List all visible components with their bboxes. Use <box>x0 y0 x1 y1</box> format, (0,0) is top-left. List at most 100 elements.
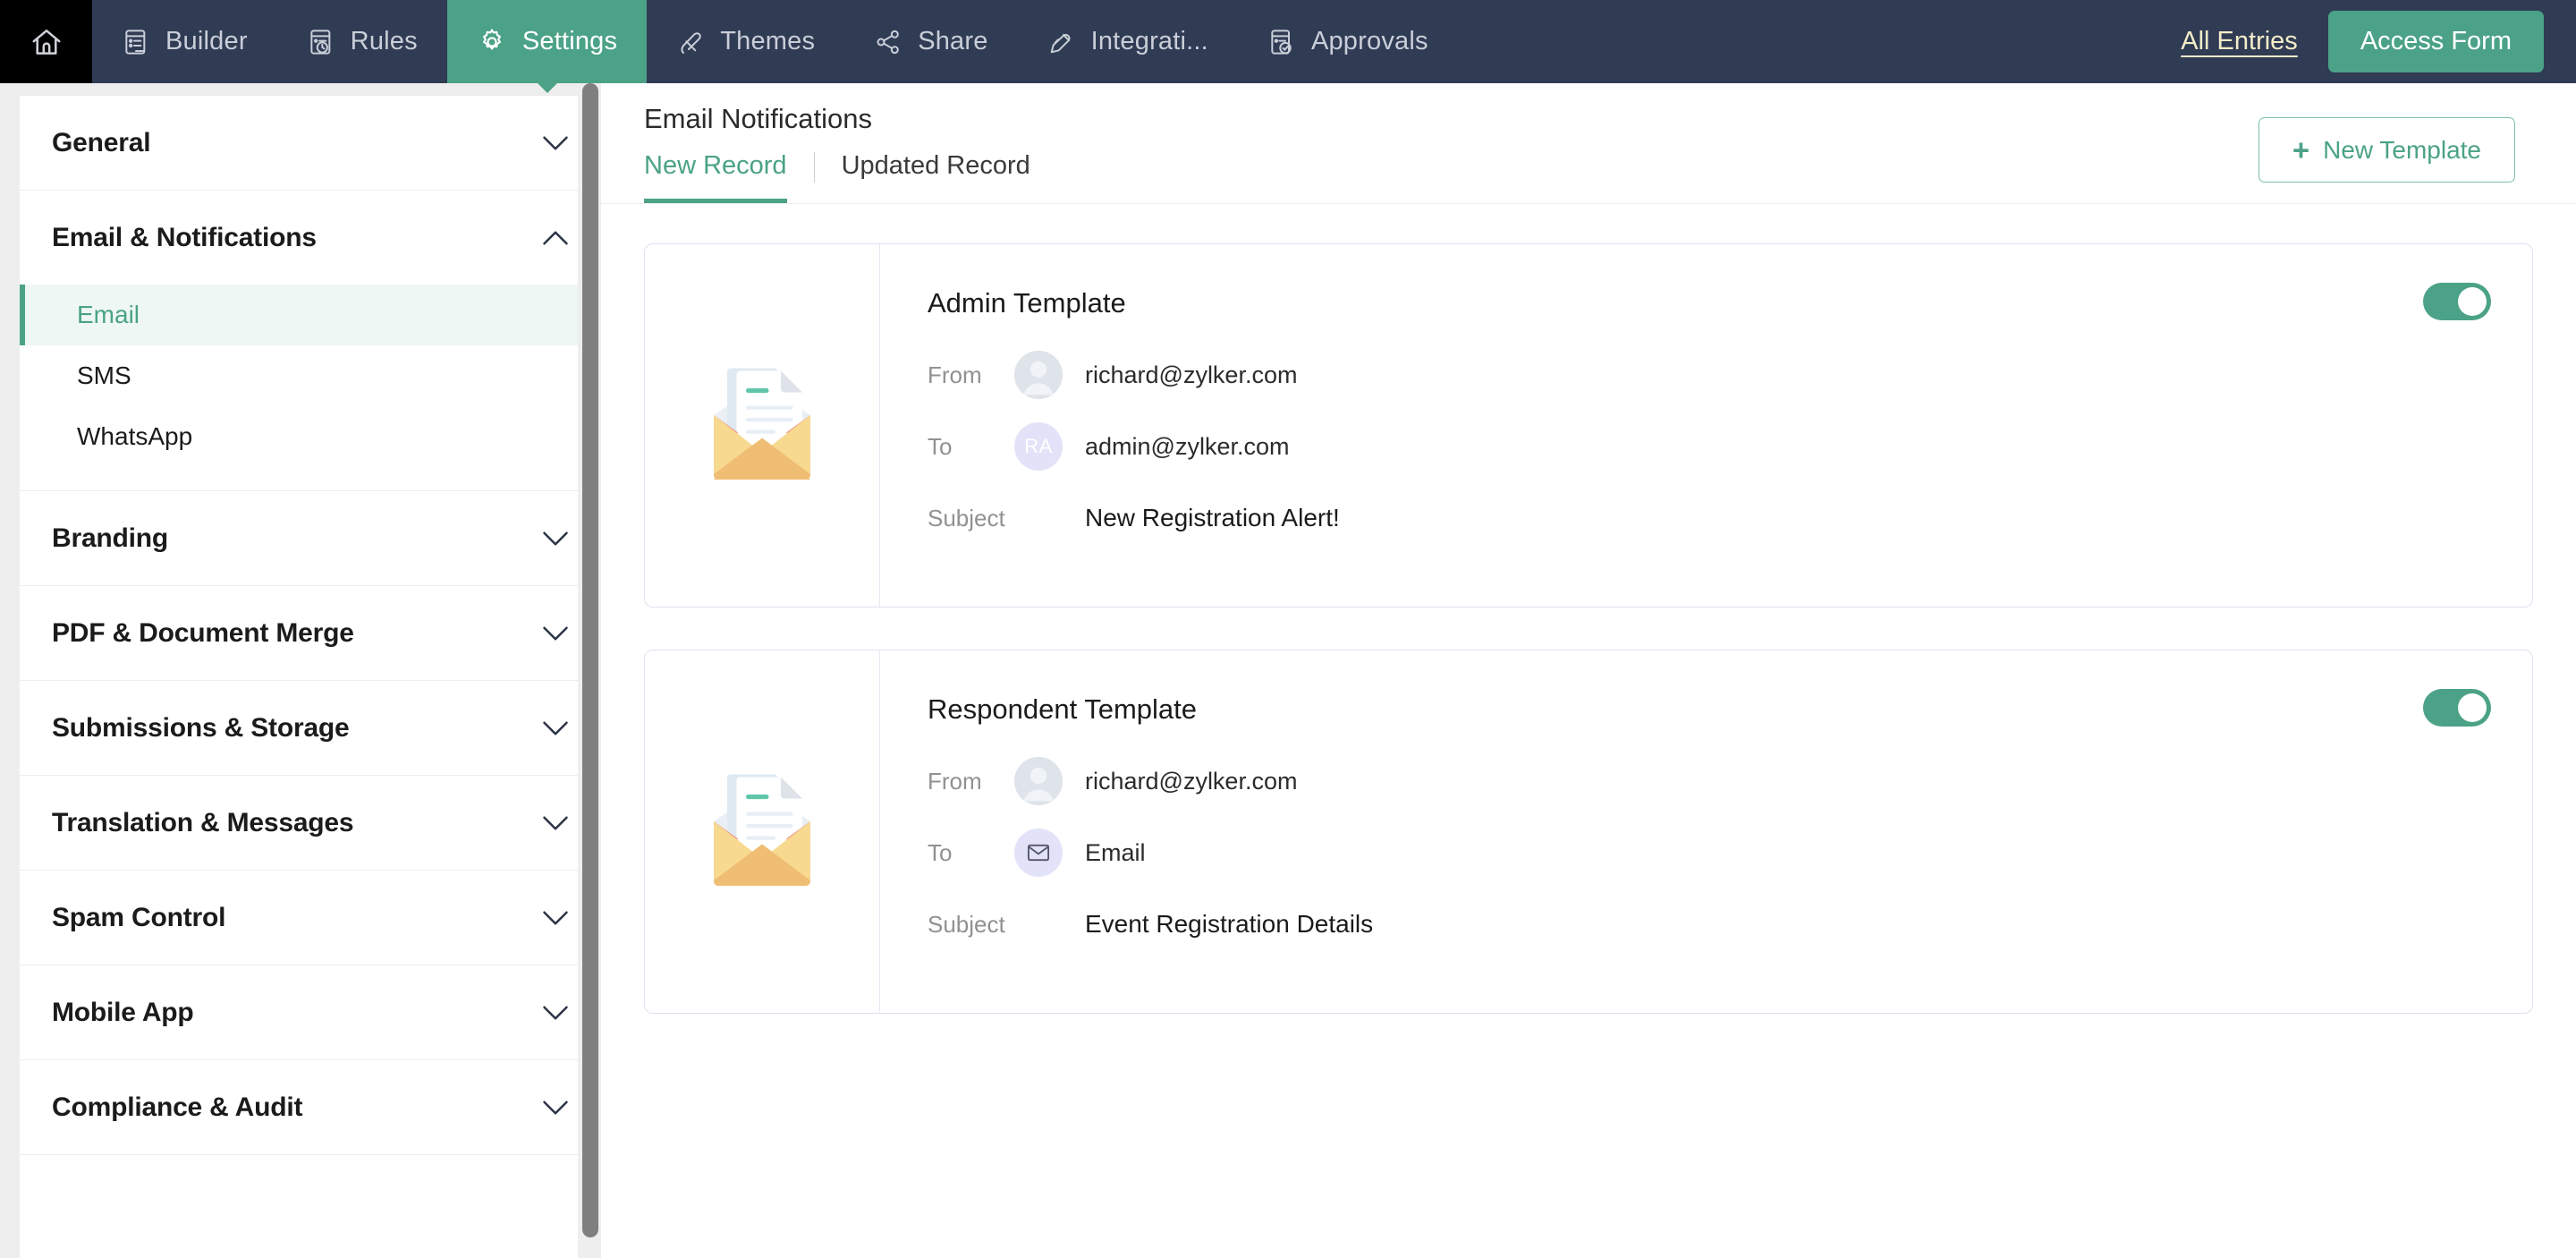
sidebar-group-title: Email & Notifications <box>52 222 317 252</box>
template-from-row: From richard@zylker.com <box>928 349 2532 401</box>
sidebar-group-compliance-audit: Compliance & Audit <box>20 1060 601 1155</box>
sidebar-item-email[interactable]: Email <box>20 285 601 345</box>
sidebar-item-sms[interactable]: SMS <box>20 345 601 406</box>
settings-sidebar: General Email & Notifications Email SMS … <box>0 83 601 1258</box>
sidebar-group-header-email-notifications[interactable]: Email & Notifications <box>20 191 601 285</box>
sidebar-item-label: WhatsApp <box>77 422 193 450</box>
nav-item-builder[interactable]: Builder <box>92 0 277 83</box>
tab-updated-record[interactable]: Updated Record <box>842 151 1030 203</box>
home-button[interactable] <box>0 0 92 83</box>
toggle-knob <box>2458 287 2487 316</box>
access-form-button[interactable]: Access Form <box>2327 11 2544 72</box>
settings-sidebar-list: General Email & Notifications Email SMS … <box>20 95 601 1258</box>
plus-icon: + <box>2292 133 2310 166</box>
nav-item-share[interactable]: Share <box>844 0 1017 83</box>
sidebar-group-header-mobile-app[interactable]: Mobile App <box>20 965 601 1059</box>
row-label-to: To <box>928 838 953 866</box>
sidebar-group-title: Spam Control <box>52 902 226 932</box>
sidebar-group-branding: Branding <box>20 491 601 586</box>
template-details: Respondent Template From richard@zylker.… <box>880 650 2532 1013</box>
new-template-label: New Template <box>2323 135 2481 164</box>
avatar-placeholder <box>1014 494 1063 542</box>
template-name: Admin Template <box>928 287 1126 319</box>
chevron-down-icon <box>542 910 569 926</box>
nav-item-integrations[interactable]: Integrati... <box>1018 0 1238 83</box>
nav-item-settings[interactable]: Settings <box>446 0 648 83</box>
row-label-subject: Subject <box>928 910 1005 938</box>
nav-item-approvals[interactable]: Approvals <box>1238 0 1458 83</box>
nav-item-label: Builder <box>165 27 248 55</box>
sidebar-group-header-spam-control[interactable]: Spam Control <box>20 871 601 965</box>
sidebar-group-spam-control: Spam Control <box>20 871 601 965</box>
nav-item-label: Share <box>918 27 988 55</box>
sidebar-group-title: Translation & Messages <box>52 807 354 837</box>
template-enable-toggle[interactable] <box>2423 689 2491 727</box>
template-to-value: admin@zylker.com <box>1085 432 1290 460</box>
sidebar-group-title: Branding <box>52 523 169 553</box>
template-subject-row: Subject Event Registration Details <box>928 898 2532 950</box>
chevron-down-icon <box>542 625 569 642</box>
chevron-down-icon <box>542 720 569 736</box>
template-to-row: To RA admin@zylker.com <box>928 421 2532 472</box>
new-template-button[interactable]: + New Template <box>2258 117 2515 183</box>
chevron-down-icon <box>542 1100 569 1116</box>
integrations-icon <box>1047 28 1076 56</box>
template-details: Admin Template From richard@zylker.com T… <box>880 244 2532 607</box>
avatar-email-icon <box>1014 829 1063 877</box>
record-type-tabs: New Record Updated Record <box>644 151 1030 203</box>
sidebar-group-header-submissions-storage[interactable]: Submissions & Storage <box>20 681 601 775</box>
row-label-from: From <box>928 361 982 388</box>
nav-item-rules[interactable]: Rules <box>277 0 447 83</box>
all-entries-link[interactable]: All Entries <box>2181 27 2298 56</box>
nav-item-list: Builder Rules Settings Themes Share Inte… <box>92 0 1458 83</box>
template-subject-row: Subject New Registration Alert! <box>928 492 2532 544</box>
sidebar-scrollbar-thumb[interactable] <box>582 83 598 1237</box>
tab-new-record[interactable]: New Record <box>644 151 787 203</box>
open-envelope-letter-icon <box>695 356 829 495</box>
avatar-placeholder <box>1014 900 1063 948</box>
nav-item-label: Rules <box>350 27 418 55</box>
open-envelope-letter-icon <box>695 762 829 901</box>
themes-icon <box>676 28 705 56</box>
sidebar-group-mobile-app: Mobile App <box>20 965 601 1060</box>
chevron-down-icon <box>542 1005 569 1021</box>
toggle-knob <box>2458 693 2487 722</box>
sidebar-item-label: Email <box>77 301 140 328</box>
sidebar-subitems: Email SMS WhatsApp <box>20 285 601 490</box>
template-enable-toggle[interactable] <box>2423 283 2491 320</box>
sidebar-group-title: PDF & Document Merge <box>52 617 354 648</box>
sidebar-group-header-pdf-document-merge[interactable]: PDF & Document Merge <box>20 586 601 680</box>
tab-separator <box>813 152 815 183</box>
chevron-down-icon <box>542 135 569 151</box>
sidebar-group-header-branding[interactable]: Branding <box>20 491 601 585</box>
nav-item-themes[interactable]: Themes <box>647 0 844 83</box>
template-illustration-area <box>645 650 880 1013</box>
sidebar-scrollbar-track[interactable] <box>578 83 601 1258</box>
template-card-list: Admin Template From richard@zylker.com T… <box>601 204 2576 1014</box>
template-subject-value: Event Registration Details <box>1085 910 1374 938</box>
template-from-row: From richard@zylker.com <box>928 755 2532 807</box>
nav-item-label: Themes <box>720 27 816 55</box>
page-title: Email Notifications <box>644 103 872 134</box>
sidebar-item-whatsapp[interactable]: WhatsApp <box>20 406 601 467</box>
avatar <box>1014 351 1063 399</box>
sidebar-group-header-compliance-audit[interactable]: Compliance & Audit <box>20 1060 601 1154</box>
template-to-value: Email <box>1085 838 1146 866</box>
gear-icon <box>477 27 507 57</box>
template-card[interactable]: Admin Template From richard@zylker.com T… <box>644 243 2533 608</box>
sidebar-group-submissions-storage: Submissions & Storage <box>20 681 601 776</box>
nav-item-label: Integrati... <box>1090 27 1208 55</box>
builder-icon <box>122 28 150 56</box>
chevron-down-icon <box>542 531 569 547</box>
row-label-to: To <box>928 432 953 460</box>
sidebar-group-title: General <box>52 127 151 157</box>
avatar-initials: RA <box>1014 422 1063 471</box>
sidebar-group-header-translation-messages[interactable]: Translation & Messages <box>20 776 601 870</box>
sidebar-group-translation-messages: Translation & Messages <box>20 776 601 871</box>
main-header: Email Notifications New Record Updated R… <box>601 83 2576 204</box>
sidebar-group-header-general[interactable]: General <box>20 96 601 190</box>
template-card[interactable]: Respondent Template From richard@zylker.… <box>644 650 2533 1014</box>
sidebar-group-pdf-document-merge: PDF & Document Merge <box>20 586 601 681</box>
approvals-icon <box>1267 28 1296 56</box>
row-label-subject: Subject <box>928 504 1005 531</box>
